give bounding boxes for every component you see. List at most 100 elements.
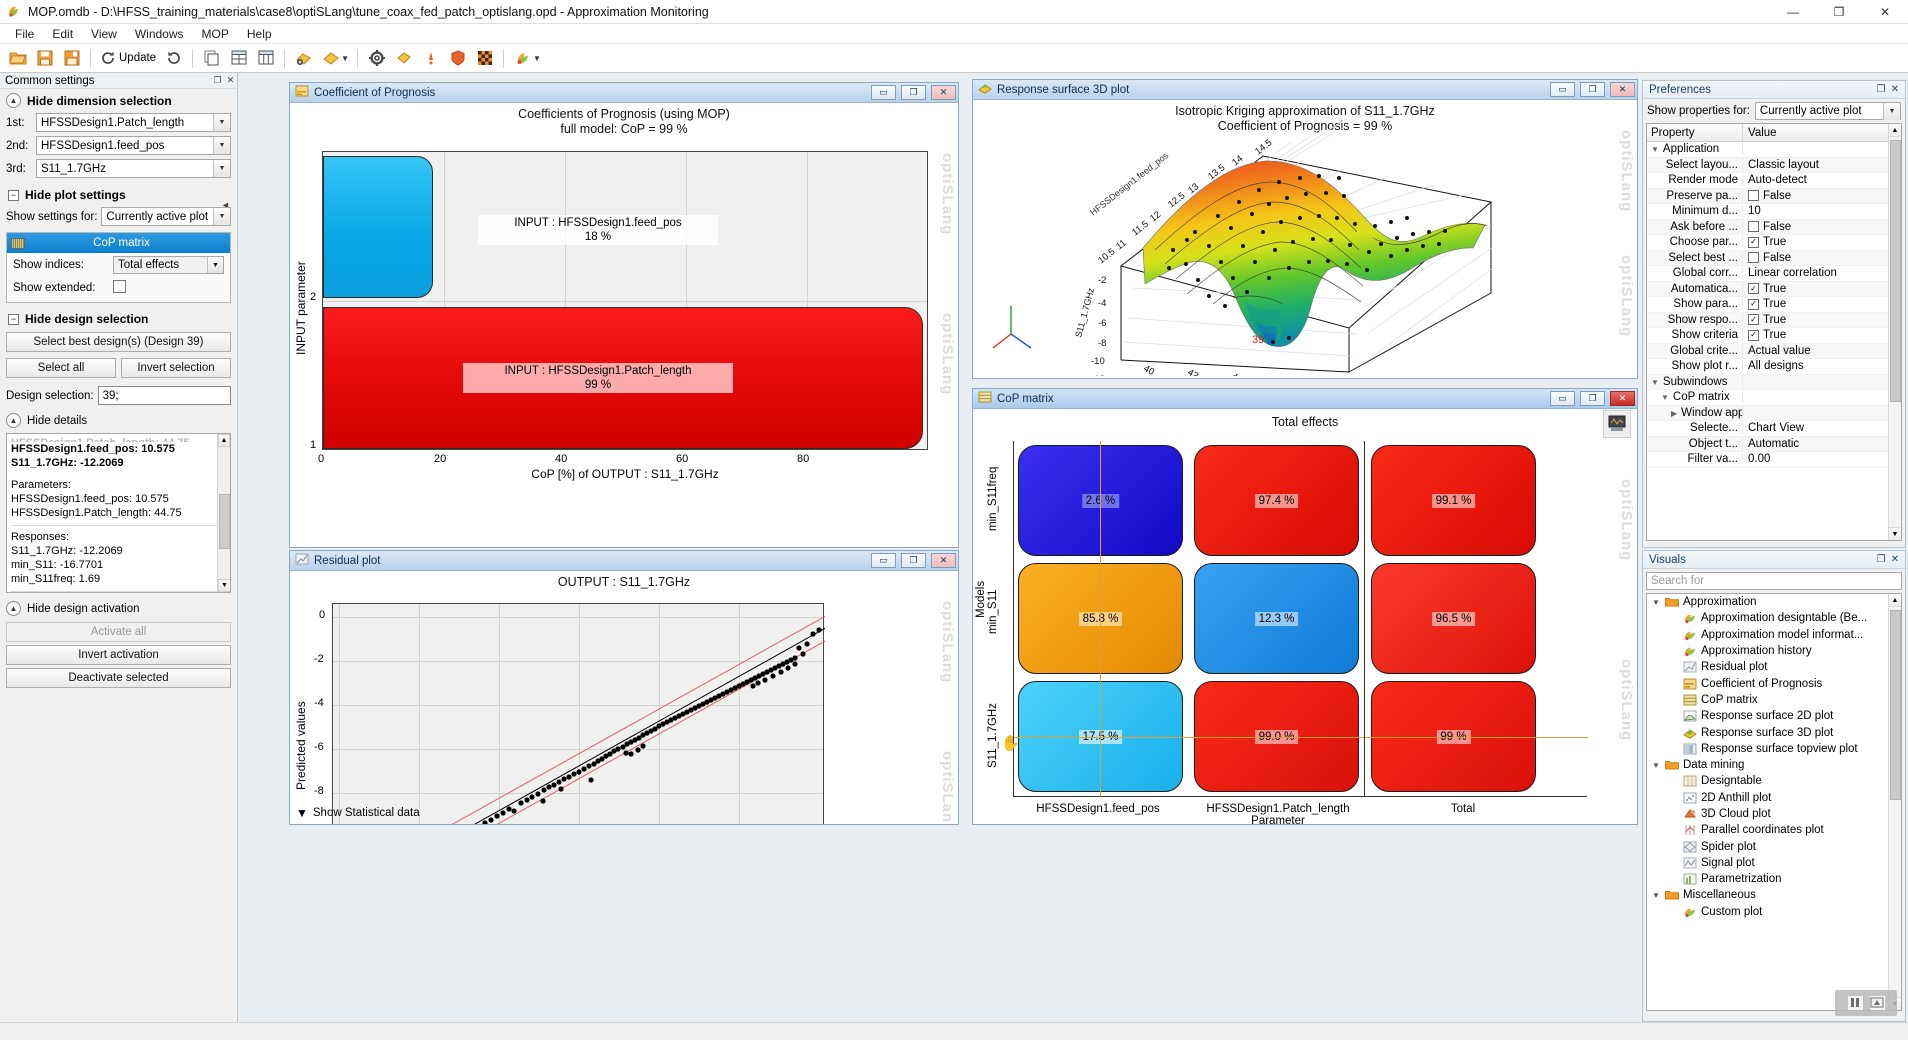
close-button[interactable]: ✕ <box>1862 0 1908 24</box>
chart-view-toggle-icon[interactable] <box>1603 410 1631 438</box>
visuals-tree-item[interactable]: Response surface topview plot <box>1647 741 1901 757</box>
visuals-tree-item[interactable]: 2D Anthill plot <box>1647 790 1901 806</box>
preference-row[interactable]: Show para... ✓ True <box>1647 297 1901 313</box>
chevron-down-icon[interactable]: ▼ <box>213 137 230 154</box>
pause-icon[interactable] <box>1847 996 1863 1010</box>
chevron-down-icon[interactable]: ▼ <box>213 160 230 177</box>
visuals-tree-item[interactable]: Spider plot <box>1647 838 1901 854</box>
minimize-button[interactable]: — <box>1770 0 1816 24</box>
chevron-down-icon[interactable]: ▼ <box>1651 598 1661 607</box>
minimize-icon[interactable]: ▭ <box>871 553 896 568</box>
select-all-button[interactable]: Select all <box>6 358 116 378</box>
select-best-design-button[interactable]: Select best design(s) (Design 39) <box>6 332 231 352</box>
cop-matrix-cell[interactable]: 99.1 % <box>1371 445 1536 556</box>
chevron-down-icon[interactable]: ▼ <box>213 114 230 131</box>
tile-columns-icon[interactable] <box>253 46 278 71</box>
shield-icon[interactable] <box>445 46 470 71</box>
chevron-down-icon[interactable]: ▼ <box>1651 145 1659 154</box>
minimize-icon[interactable]: ▭ <box>871 85 896 100</box>
surface3d-window-titlebar[interactable]: Response surface 3D plot ▭ ❐ ✕ <box>973 80 1637 100</box>
float-icon[interactable]: ❐ <box>1874 553 1888 567</box>
preference-row[interactable]: Show respo... ✓ True <box>1647 312 1901 328</box>
visuals-tree-item[interactable]: Approximation history <box>1647 643 1901 659</box>
surface3d-canvas[interactable]: 39 14.5 14 13.5 13 12.5 12 11.5 11 10.5 … <box>973 100 1637 378</box>
show-indices-combo[interactable]: Total effects ▼ <box>113 256 224 274</box>
minimize-icon[interactable]: ▭ <box>1550 391 1575 406</box>
checker-icon[interactable] <box>472 46 497 71</box>
visuals-tree-item[interactable]: Parallel coordinates plot <box>1647 822 1901 838</box>
collapse-box-icon[interactable]: − <box>8 189 19 201</box>
scroll-up-icon[interactable]: ▲ <box>1889 124 1901 137</box>
visuals-scrollbar[interactable]: ▲ ▼ <box>1888 594 1901 1010</box>
dimension-2nd-combo[interactable]: HFSSDesign1.feed_pos ▼ <box>36 136 231 155</box>
refresh-icon[interactable] <box>161 46 186 71</box>
chevron-down-icon[interactable]: ▼ <box>1651 761 1661 770</box>
restore-icon[interactable]: ❐ <box>1580 82 1605 97</box>
update-button[interactable]: Update <box>96 46 160 71</box>
preference-row[interactable]: Render mode Auto-detect <box>1647 173 1901 189</box>
visuals-group-node[interactable]: ▼ Miscellaneous <box>1647 887 1901 903</box>
dimension-1st-combo[interactable]: HFSSDesign1.Patch_length ▼ <box>36 113 231 132</box>
activate-all-button[interactable]: Activate all <box>6 622 231 642</box>
visuals-tree-item[interactable]: Custom plot <box>1647 904 1901 920</box>
checkbox-icon[interactable]: ✓ <box>1748 329 1759 341</box>
cop-window-titlebar[interactable]: Coefficient of Prognosis ▭ ❐ ✕ <box>290 83 958 103</box>
gear-icon[interactable] <box>364 46 389 71</box>
chevron-down-icon[interactable]: ▼ <box>1883 103 1900 120</box>
scroll-down-icon[interactable]: ▼ <box>1889 527 1901 540</box>
menu-view[interactable]: View <box>82 25 126 43</box>
visuals-tree-item[interactable]: Response surface 3D plot <box>1647 724 1901 740</box>
hide-design-activation-header[interactable]: ▲ Hide design activation <box>0 593 237 619</box>
copmatrix-window-titlebar[interactable]: CoP matrix ▭ ❐ ✕ <box>973 389 1637 409</box>
show-extended-checkbox[interactable] <box>113 280 126 293</box>
checkbox-icon[interactable]: ✓ <box>1748 236 1759 248</box>
hide-plot-settings-header[interactable]: − Hide plot settings <box>0 180 237 205</box>
checkbox-icon[interactable] <box>1748 190 1759 202</box>
cop-bar-feed-pos[interactable] <box>323 156 433 298</box>
restore-icon[interactable]: ❐ <box>901 553 926 568</box>
scroll-thumb[interactable] <box>219 494 230 549</box>
preference-row[interactable]: Show plot r... All designs <box>1647 359 1901 375</box>
close-icon[interactable]: ✕ <box>1888 83 1902 97</box>
preference-row[interactable]: Automatica... ✓ True <box>1647 281 1901 297</box>
preference-row[interactable]: Select best ... False <box>1647 250 1901 266</box>
fit-view-icon[interactable] <box>1869 996 1885 1010</box>
visuals-tree-item[interactable]: Residual plot <box>1647 659 1901 675</box>
show-settings-for-combo[interactable]: Currently active plot ▼ <box>101 207 231 226</box>
minimize-icon[interactable]: ▭ <box>1550 82 1575 97</box>
checkbox-icon[interactable]: ✓ <box>1748 298 1759 310</box>
maximize-button[interactable]: ❐ <box>1816 0 1862 24</box>
show-properties-for-combo[interactable]: Currently active plot ▼ <box>1754 102 1901 120</box>
warning-icon[interactable] <box>418 46 443 71</box>
visuals-tree-item[interactable]: Parametrization <box>1647 871 1901 887</box>
preference-row[interactable]: Ask before ... False <box>1647 219 1901 235</box>
visuals-group-node[interactable]: ▼ Approximation <box>1647 594 1901 610</box>
visuals-tree-item[interactable]: Coefficient of Prognosis <box>1647 675 1901 691</box>
scroll-up-icon[interactable]: ▲ <box>218 434 230 447</box>
chevron-right-icon[interactable]: ▶ <box>1671 409 1677 418</box>
visuals-tree-item[interactable]: CoP matrix <box>1647 692 1901 708</box>
chevron-up-icon[interactable]: ▲ <box>6 93 21 108</box>
close-icon[interactable]: ✕ <box>931 553 956 568</box>
chevron-down-icon[interactable]: ▼ <box>1651 891 1661 900</box>
hide-design-selection-header[interactable]: − Hide design selection <box>0 303 237 329</box>
preference-row[interactable]: Preserve pa... False <box>1647 188 1901 204</box>
preference-row[interactable]: Global corr... Linear correlation <box>1647 266 1901 282</box>
scroll-thumb[interactable] <box>1890 140 1901 402</box>
chevron-down-icon[interactable]: ▼ <box>1661 393 1669 402</box>
save-icon[interactable] <box>32 46 57 71</box>
scroll-thumb[interactable] <box>1890 610 1901 800</box>
close-icon[interactable]: ✕ <box>1610 82 1635 97</box>
float-icon[interactable]: ❐ <box>211 74 224 87</box>
hide-dimension-selection-header[interactable]: ▲ Hide dimension selection <box>0 89 237 111</box>
residual-window-titlebar[interactable]: Residual plot ▭ ❐ ✕ <box>290 551 958 571</box>
preference-row[interactable]: ▼ CoP matrix <box>1647 390 1901 406</box>
menu-mop[interactable]: MOP <box>193 25 238 43</box>
invert-activation-button[interactable]: Invert activation <box>6 645 231 665</box>
checkbox-icon[interactable]: ✓ <box>1748 283 1759 295</box>
preference-row[interactable]: Selecte... Chart View <box>1647 421 1901 437</box>
preference-row[interactable]: ▶Window appearance <box>1647 405 1901 421</box>
preference-row[interactable]: Filter va... 0.00 <box>1647 452 1901 468</box>
close-icon[interactable]: ✕ <box>224 74 237 87</box>
cop-matrix-cell[interactable]: 12.3 % <box>1194 563 1359 674</box>
